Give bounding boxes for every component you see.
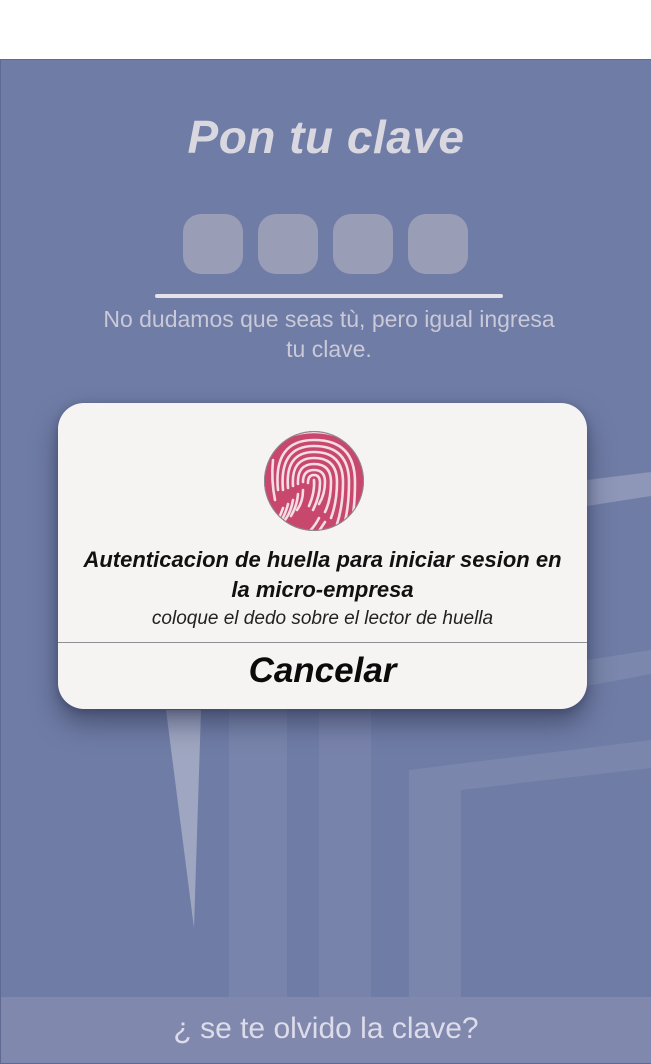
pin-input-row[interactable] — [183, 214, 468, 274]
status-bar-area — [0, 0, 651, 59]
pin-slot-4[interactable] — [408, 214, 468, 274]
pin-underline — [155, 294, 503, 298]
pin-slot-3[interactable] — [333, 214, 393, 274]
instruction-text: No dudamos que seas tù, pero igual ingre… — [103, 306, 555, 362]
fingerprint-dialog: Autenticacion de huella para iniciar ses… — [58, 403, 587, 709]
cancel-button[interactable]: Cancelar — [58, 643, 587, 703]
page-title: Pon tu clave — [187, 111, 465, 163]
forgot-password-button[interactable]: ¿ se te olvido la clave? — [1, 997, 651, 1063]
pin-slot-1[interactable] — [183, 214, 243, 274]
dialog-title: Autenticacion de huella para iniciar ses… — [83, 547, 562, 602]
login-screen: Pon tu clave No dudamos que seas tù, per… — [0, 59, 651, 1064]
dialog-message: coloque el dedo sobre el lector de huell… — [151, 608, 494, 629]
fingerprint-icon — [264, 431, 364, 531]
pin-slot-2[interactable] — [258, 214, 318, 274]
